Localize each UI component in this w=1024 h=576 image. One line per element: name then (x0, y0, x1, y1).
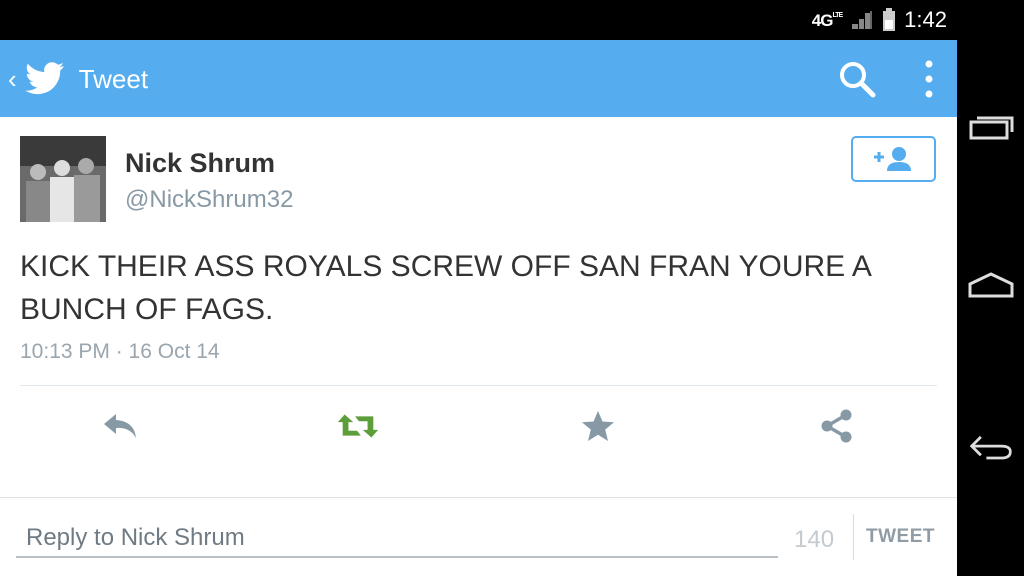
network-indicator: 4GLTE (811, 10, 843, 30)
reply-icon (104, 414, 136, 438)
tweet-detail-screen: ‹ Tweet Nick Shrum @NickShrum32 KICK THE… (0, 40, 957, 576)
reply-input[interactable] (16, 520, 778, 558)
add-user-icon (873, 147, 911, 171)
separator (853, 514, 854, 560)
divider (0, 497, 957, 498)
character-count: 140 (794, 526, 835, 553)
home-button[interactable] (968, 270, 1014, 300)
signal-icon (852, 11, 873, 29)
app-bar: ‹ Tweet (0, 40, 957, 117)
retweet-button[interactable] (336, 406, 380, 446)
avatar[interactable] (20, 136, 106, 222)
share-button[interactable] (815, 406, 859, 446)
reply-button[interactable] (98, 406, 142, 446)
author-handle[interactable]: @NickShrum32 (125, 186, 293, 214)
back-arrow-icon (969, 435, 1012, 460)
author-name[interactable]: Nick Shrum (125, 148, 275, 179)
avatar-photo (20, 136, 106, 222)
tweet-button[interactable]: TWEET (866, 526, 946, 554)
star-icon (582, 411, 614, 441)
twitter-bird-icon (24, 62, 64, 95)
search-button[interactable] (836, 58, 878, 100)
tweet-timestamp: 10:13 PM · 16 Oct 14 (20, 340, 220, 363)
recent-apps-icon (969, 116, 1014, 140)
divider (20, 385, 937, 386)
back-nav-button[interactable] (968, 432, 1014, 462)
favorite-button[interactable] (576, 406, 620, 446)
chevron-left-icon: ‹ (8, 64, 17, 94)
page-title: Tweet (78, 63, 149, 94)
recent-apps-button[interactable] (968, 112, 1014, 142)
home-icon (968, 272, 1014, 298)
more-vertical-icon (925, 60, 933, 98)
clock: 1:42 (904, 7, 947, 32)
system-nav-bar (957, 0, 1024, 576)
retweet-icon (337, 414, 379, 438)
tweet-text: KICK THEIR ASS ROYALS SCREW OFF SAN FRAN… (20, 250, 871, 326)
follow-button[interactable] (851, 136, 936, 182)
status-bar: 4GLTE 1:42 (0, 0, 957, 40)
back-button[interactable]: ‹ Tweet (6, 60, 176, 98)
search-icon (840, 62, 876, 98)
share-icon (821, 409, 852, 443)
battery-icon (883, 8, 896, 31)
overflow-menu-button[interactable] (916, 58, 942, 100)
